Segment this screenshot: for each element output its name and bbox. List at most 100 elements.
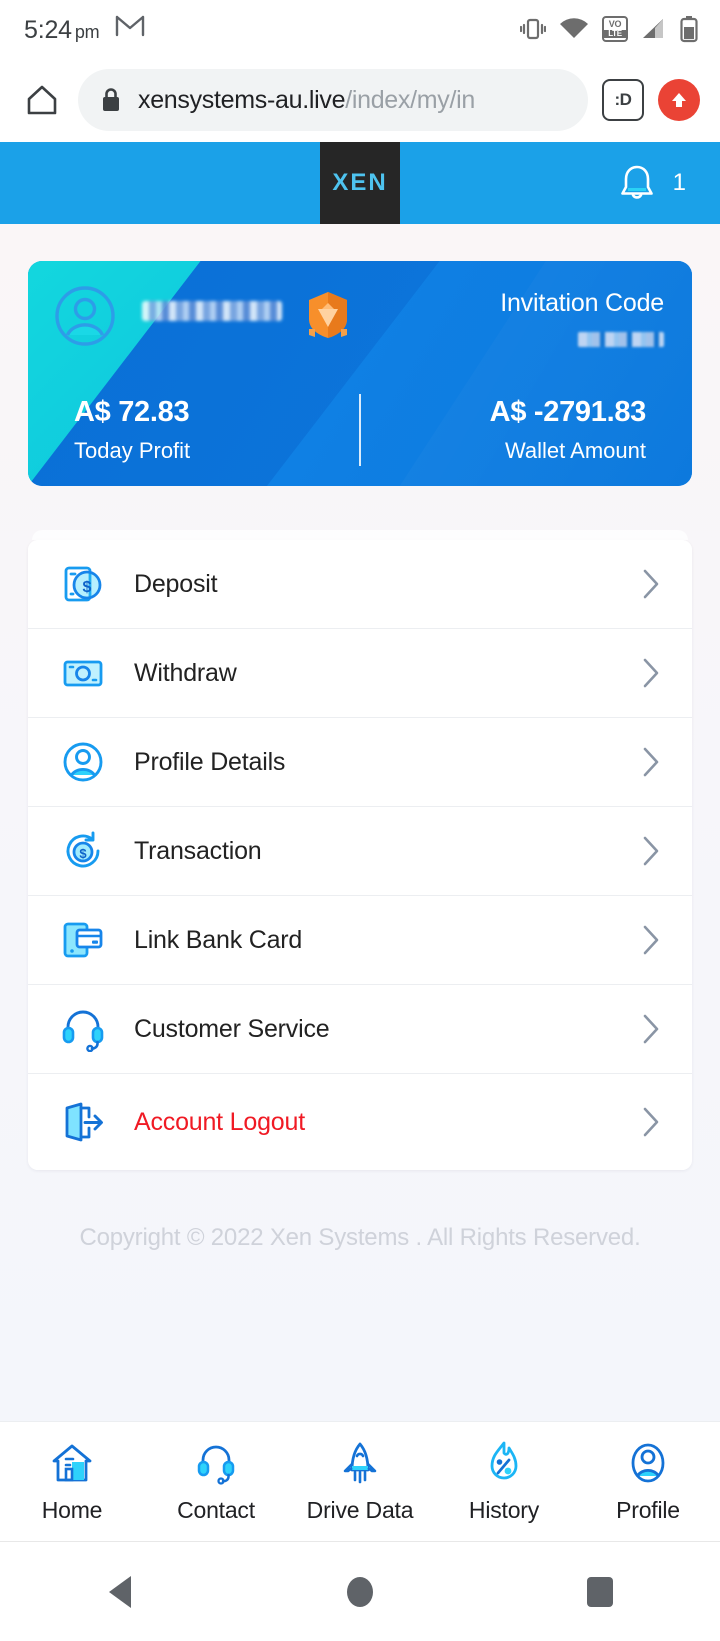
chevron-right-icon: [643, 925, 659, 955]
update-arrow-icon: [672, 93, 686, 107]
menu-section: $ Deposit Withdraw Profile Details $ Tra…: [28, 530, 692, 1170]
menu-item-label: Account Logout: [134, 1107, 305, 1136]
tab-profile[interactable]: Profile: [576, 1440, 720, 1524]
menu-item-label: Deposit: [134, 569, 218, 598]
browser-menu-button[interactable]: [658, 79, 700, 121]
logout-icon: [58, 1097, 108, 1147]
tab-history[interactable]: History: [432, 1440, 576, 1524]
chevron-right-icon: [643, 836, 659, 866]
tab-label: History: [468, 1497, 540, 1523]
volte-icon: VO LTE: [602, 16, 628, 42]
profile-details-icon: [58, 737, 108, 787]
vip-shield-icon: [309, 292, 347, 338]
chevron-right-icon: [643, 658, 659, 688]
browser-toolbar: xensystems-au.live/index/my/in :D: [0, 58, 720, 142]
menu-item-label: Customer Service: [134, 1014, 330, 1043]
rocket-nav-icon: [343, 1442, 377, 1484]
url-path: /index/my/in: [345, 85, 475, 114]
clock-ampm: pm: [74, 21, 100, 42]
svg-text:$: $: [83, 579, 92, 596]
menu-item-profile-details[interactable]: Profile Details: [28, 718, 692, 807]
profile-summary-card: Invitation Code A$ 72.83 Today Profit A$…: [28, 261, 692, 486]
menu-item-withdraw[interactable]: Withdraw: [28, 629, 692, 718]
bottom-tab-bar: Home Contact Drive Data History Profile: [0, 1421, 720, 1541]
chevron-right-icon: [643, 1014, 659, 1044]
menu-item-label: Profile Details: [134, 747, 286, 776]
vibrate-icon: [520, 18, 546, 40]
transaction-icon: $: [58, 826, 108, 876]
tab-label: Home: [41, 1497, 103, 1523]
status-bar-right: VO LTE: [520, 15, 698, 43]
headset-icon: [58, 1004, 108, 1054]
menu-item-customer-service[interactable]: Customer Service: [28, 985, 692, 1074]
android-navigation-bar: [0, 1541, 720, 1641]
app-logo-text: XEN: [332, 169, 388, 196]
tab-label: Contact: [177, 1497, 255, 1523]
invitation-code-block: Invitation Code: [500, 289, 664, 347]
url-domain: xensystems-au.live: [138, 85, 346, 114]
volte-bottom-label: LTE: [604, 30, 626, 38]
menu-item-label: Link Bank Card: [134, 925, 303, 954]
tab-home[interactable]: Home: [0, 1440, 144, 1524]
profile-card-stats: A$ 72.83 Today Profit A$ -2791.83 Wallet…: [28, 394, 692, 466]
app-header: XEN 1: [0, 142, 720, 224]
invitation-code-value-redacted: [578, 332, 664, 347]
wallet-amount-stat: A$ -2791.83 Wallet Amount: [361, 396, 692, 464]
username-redacted: [142, 301, 282, 321]
tab-label: Drive Data: [306, 1497, 414, 1523]
menu-item-deposit[interactable]: $ Deposit: [28, 540, 692, 629]
home-icon: [27, 85, 57, 115]
chevron-right-icon: [643, 569, 659, 599]
gmail-icon: [116, 15, 145, 36]
bell-icon: [620, 165, 653, 199]
status-clock: 5:24 pm: [24, 15, 100, 45]
menu-item-account-logout[interactable]: Account Logout: [28, 1074, 692, 1170]
nav-recents-button[interactable]: [480, 1576, 720, 1607]
tab-switcher-button[interactable]: :D: [602, 79, 644, 121]
volte-top-label: VO: [608, 19, 622, 29]
tab-contact[interactable]: Contact: [144, 1440, 288, 1524]
menu-item-transaction[interactable]: $ Transaction: [28, 807, 692, 896]
avatar-icon: [55, 286, 115, 346]
wallet-amount-label: Wallet Amount: [504, 438, 646, 463]
withdraw-icon: [58, 648, 108, 698]
tab-drive-data[interactable]: Drive Data: [288, 1440, 432, 1524]
notification-count: 1: [672, 169, 686, 196]
wifi-icon: [560, 18, 588, 38]
phone-screen: 5:24 pm VO LTE xensystems-au.live/index/…: [0, 0, 720, 1641]
url-bar[interactable]: xensystems-au.live/index/my/in: [78, 69, 588, 131]
recents-square-icon: [587, 1576, 613, 1607]
invitation-code-label: Invitation Code: [500, 289, 664, 317]
battery-icon: [680, 16, 698, 43]
today-profit-label: Today Profit: [74, 438, 191, 463]
back-triangle-icon: [109, 1575, 131, 1608]
nav-home-button[interactable]: [240, 1576, 480, 1607]
lock-icon: [103, 88, 119, 111]
menu-item-label: Withdraw: [134, 658, 237, 687]
tab-label: Profile: [616, 1497, 680, 1523]
page-content: Invitation Code A$ 72.83 Today Profit A$…: [0, 224, 720, 1421]
chevron-right-icon: [643, 1107, 659, 1137]
chevron-right-icon: [643, 747, 659, 777]
status-bar-left: 5:24 pm: [24, 14, 145, 45]
nav-back-button[interactable]: [0, 1575, 240, 1608]
url-text: xensystems-au.live/index/my/in: [138, 86, 475, 115]
home-circle-icon: [347, 1576, 373, 1607]
headset-nav-icon: [197, 1445, 235, 1485]
profile-nav-icon: [631, 1443, 665, 1483]
home-nav-icon: [52, 1444, 92, 1482]
notification-area[interactable]: 1: [617, 162, 686, 204]
deposit-icon: $: [58, 559, 108, 609]
clock-time: 5:24: [24, 15, 72, 44]
menu-item-link-bank-card[interactable]: Link Bank Card: [28, 896, 692, 985]
bank-card-icon: [58, 915, 108, 965]
signal-icon: [643, 19, 663, 38]
menu-item-label: Transaction: [134, 836, 262, 865]
menu-card-lip: [32, 530, 688, 540]
copyright-text: Copyright © 2022 Xen Systems . All Right…: [79, 1224, 641, 1251]
app-logo[interactable]: XEN: [320, 142, 400, 224]
browser-home-button[interactable]: [20, 78, 64, 122]
menu-card: $ Deposit Withdraw Profile Details $ Tra…: [28, 540, 692, 1170]
wallet-amount-value: A$ -2791.83: [489, 396, 647, 428]
android-status-bar: 5:24 pm VO LTE: [0, 0, 720, 58]
